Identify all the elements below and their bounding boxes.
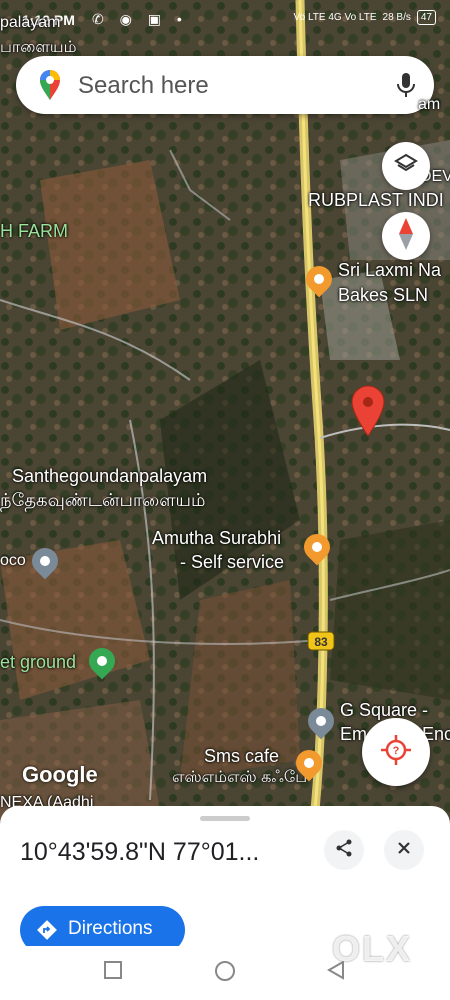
google-logo: Google xyxy=(22,762,98,787)
directions-icon xyxy=(36,919,58,947)
sheet-drag-handle[interactable] xyxy=(200,816,250,821)
place-label-palayam-tamil: பாளையம் xyxy=(0,39,77,56)
location-help-button[interactable]: ? xyxy=(362,718,430,786)
google-maps-pin-icon xyxy=(38,69,62,106)
recents-icon[interactable] xyxy=(103,960,123,985)
directions-label: Directions xyxy=(68,918,153,939)
close-icon xyxy=(396,840,412,861)
place-label-oco[interactable]: oco xyxy=(0,552,26,570)
status-network: Vo LTE 4G Vo LTE xyxy=(293,12,377,23)
place-label-sms-cafe-tamil[interactable]: எஸ்எம்எஸ் கஃபே xyxy=(172,768,307,788)
search-bar[interactable]: Search here xyxy=(16,56,434,114)
compass-button[interactable] xyxy=(382,212,430,260)
battery-icon: 47 xyxy=(416,10,436,25)
status-speed: 28 B/s xyxy=(382,12,411,23)
olx-watermark: OLX xyxy=(332,928,413,969)
status-notification-icons: ✆ ◉ ▣ • xyxy=(92,11,188,27)
place-label-market-ground[interactable]: et ground xyxy=(0,652,76,673)
place-label-sri-laxmi-2[interactable]: Bakes SLN xyxy=(338,285,428,306)
place-label-farm: H FARM xyxy=(0,221,69,241)
status-bar: 1:12 PM ✆ ◉ ▣ • Vo LTE 4G Vo LTE 28 B/s … xyxy=(0,0,450,40)
coordinates-title: 10°43'59.8"N 77°01... xyxy=(20,838,260,866)
search-input[interactable]: Search here xyxy=(78,72,209,100)
compass-icon xyxy=(398,217,414,255)
place-label-amutha-2[interactable]: - Self service xyxy=(180,552,284,573)
place-label-amutha[interactable]: Amutha Surabhi xyxy=(152,528,281,549)
place-label-am: am xyxy=(418,96,441,113)
highway-shield: 83 xyxy=(307,631,335,651)
highway-number: 83 xyxy=(314,635,328,649)
home-icon[interactable] xyxy=(214,960,236,987)
location-help-icon: ? xyxy=(380,734,412,771)
bottom-sheet[interactable]: 10°43'59.8"N 77°01... Directions xyxy=(0,806,450,954)
share-icon xyxy=(334,838,354,863)
place-label-santhe-tamil: ந்தேகவுண்டன்பாளையம் xyxy=(0,490,206,510)
svg-text:?: ? xyxy=(393,745,400,757)
mic-icon[interactable] xyxy=(396,71,416,104)
layers-icon xyxy=(394,152,418,181)
place-label-g-square[interactable]: G Square - xyxy=(340,700,428,721)
layers-button[interactable] xyxy=(382,142,430,190)
share-button[interactable] xyxy=(324,830,364,870)
close-button[interactable] xyxy=(384,830,424,870)
place-label-palayam: palayam xyxy=(0,14,61,31)
place-label-sms-cafe[interactable]: Sms cafe xyxy=(204,746,279,767)
place-label-sri-laxmi[interactable]: Sri Laxmi Na xyxy=(338,260,441,281)
place-label-santhegoundanpalayam: Santhegoundanpalayam xyxy=(12,466,208,486)
place-label-rubplast: RUBPLAST INDI xyxy=(308,190,444,210)
